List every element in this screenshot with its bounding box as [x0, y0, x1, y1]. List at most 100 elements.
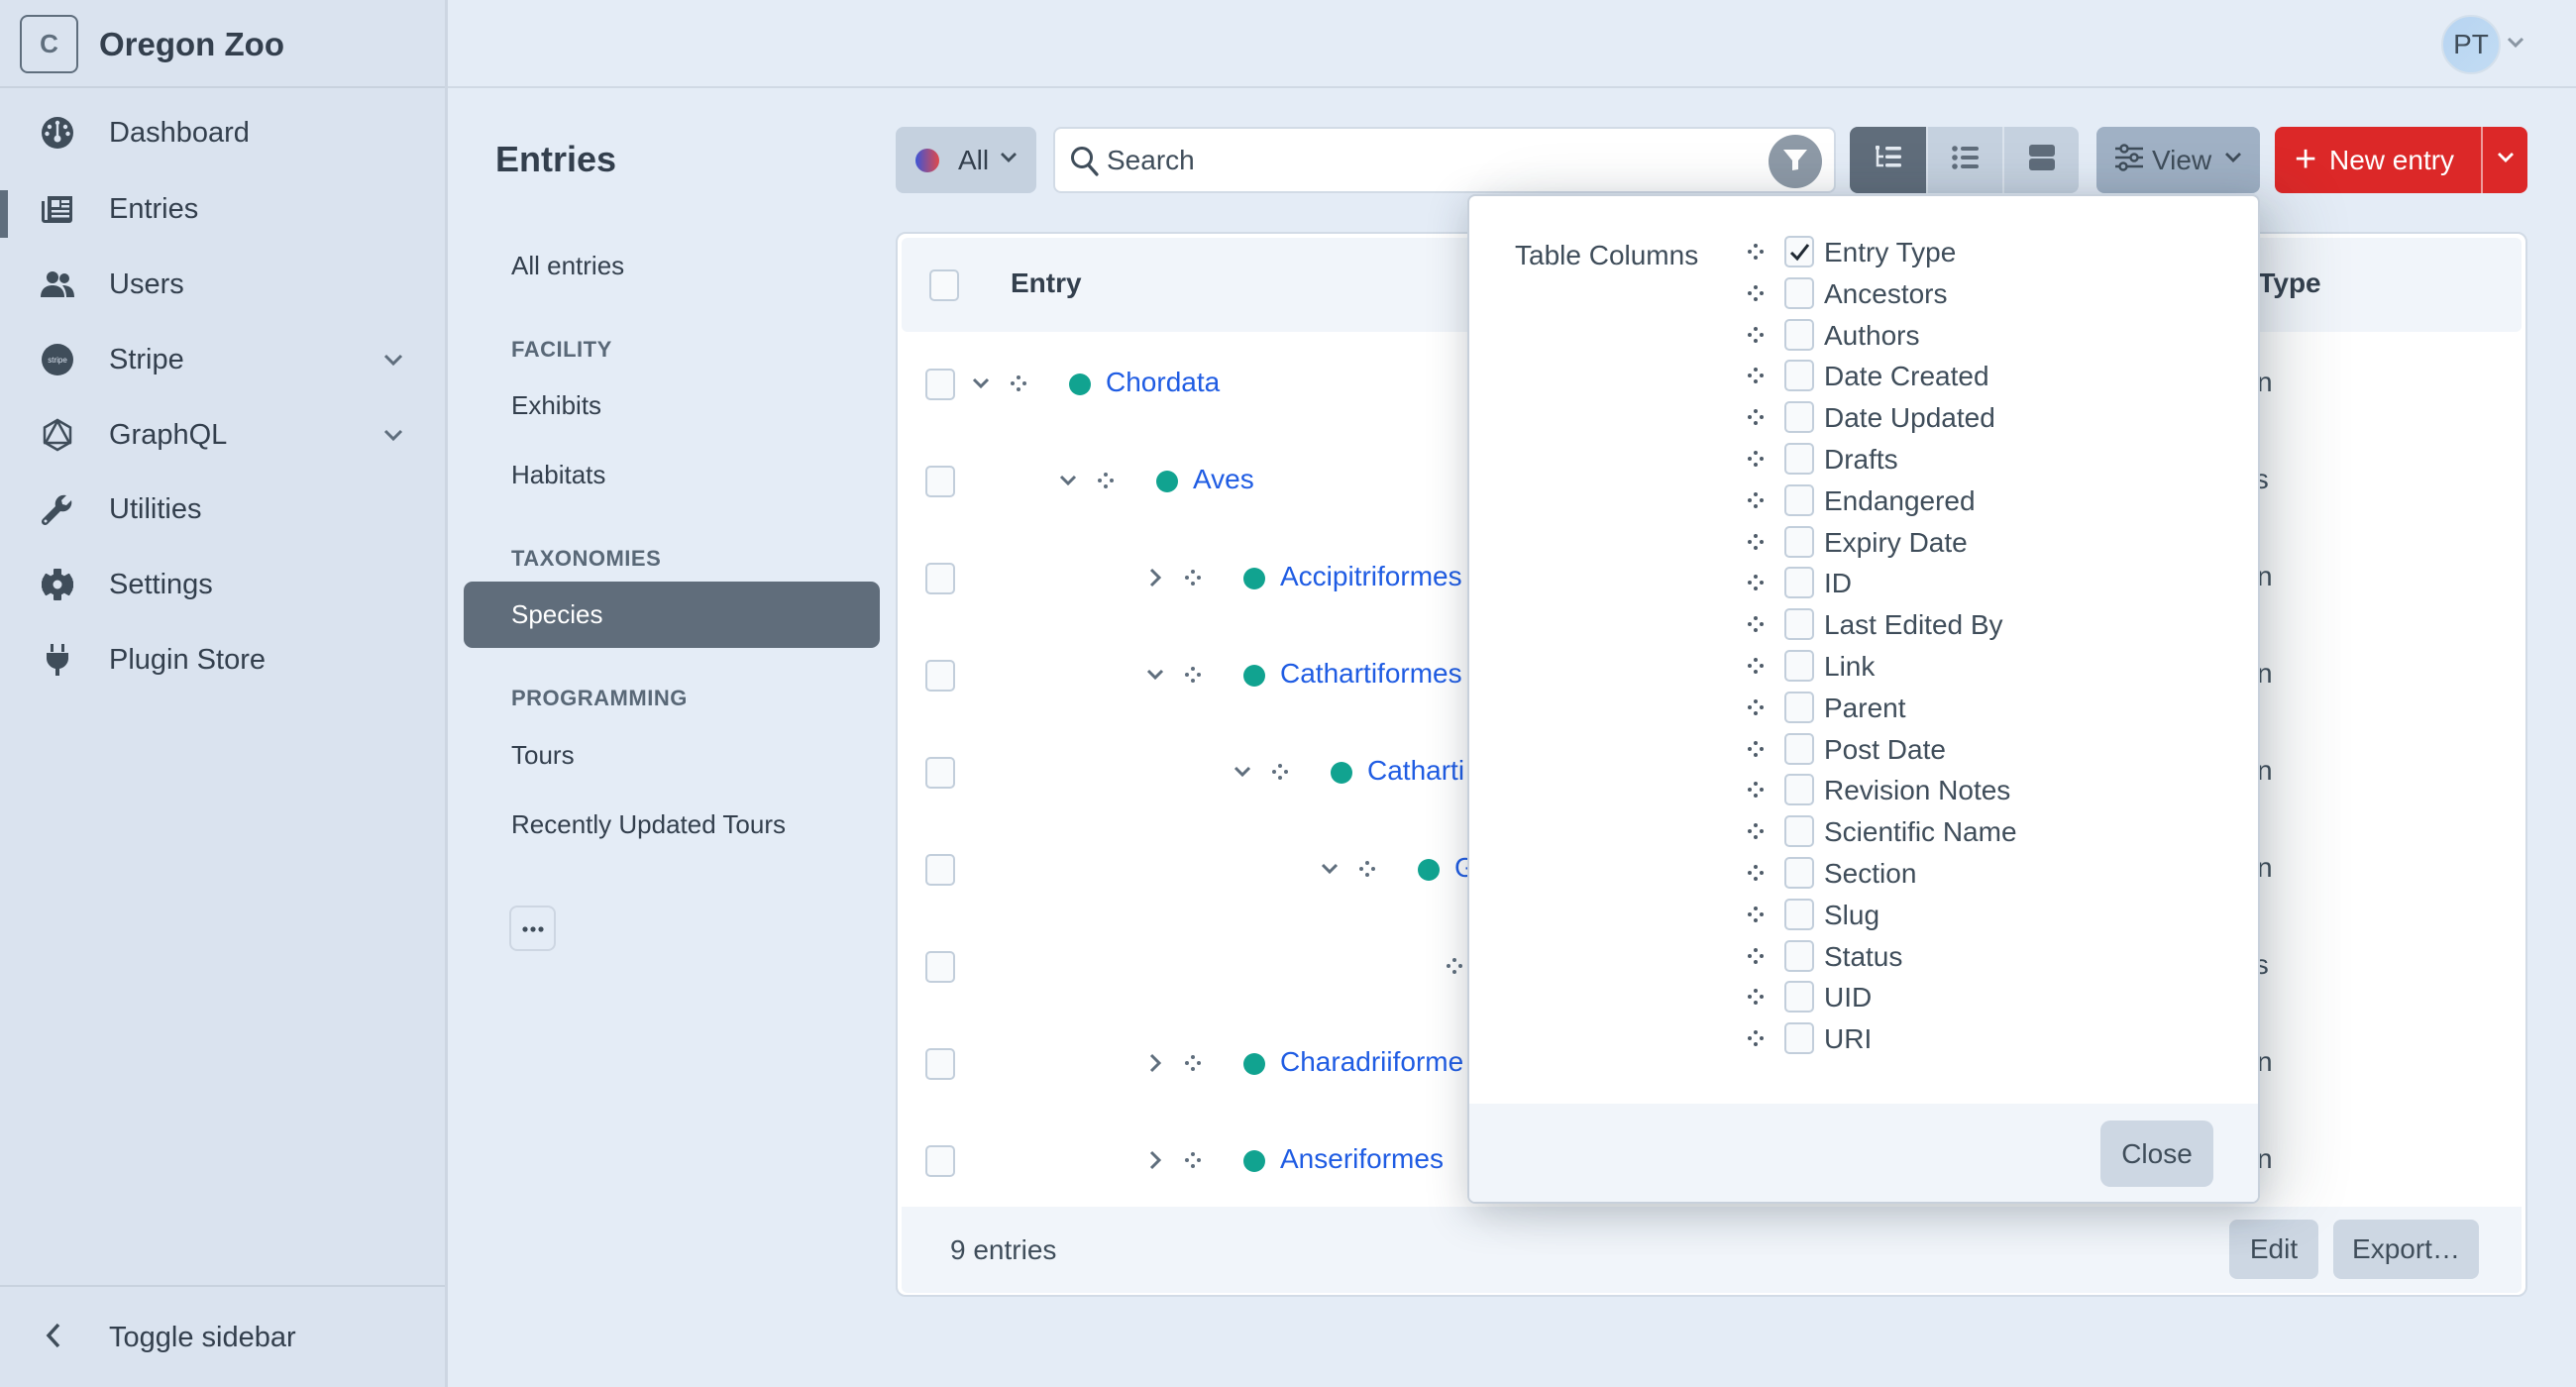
drag-handle-icon[interactable]	[1747, 615, 1767, 635]
column-option[interactable]: UID	[1747, 978, 2222, 1017]
column-option[interactable]: Drafts	[1747, 440, 2222, 480]
drag-handle-icon[interactable]	[1747, 822, 1767, 842]
row-checkbox[interactable]	[925, 757, 955, 789]
source-habitats[interactable]: Habitats	[511, 460, 605, 490]
chevron-right-icon[interactable]	[1144, 1149, 1166, 1171]
column-option[interactable]: Entry Type	[1747, 233, 2222, 272]
view-settings-button[interactable]: View	[2096, 127, 2260, 193]
entry-title-link[interactable]: Chordata	[1106, 367, 1220, 398]
drag-handle-icon[interactable]	[1747, 864, 1767, 884]
drag-handle-icon[interactable]	[1747, 740, 1767, 760]
column-checkbox[interactable]	[1784, 857, 1814, 889]
row-checkbox[interactable]	[925, 369, 955, 400]
drag-handle-icon[interactable]	[1010, 374, 1027, 392]
column-checkbox[interactable]	[1784, 236, 1814, 267]
column-checkbox[interactable]	[1784, 774, 1814, 806]
status-filter-button[interactable]: All	[896, 127, 1036, 193]
drag-handle-icon[interactable]	[1184, 1054, 1202, 1072]
column-checkbox[interactable]	[1784, 401, 1814, 434]
select-all-checkbox[interactable]	[929, 269, 959, 301]
entry-title-link[interactable]: Accipitriformes	[1280, 561, 1462, 592]
column-option[interactable]: Authors	[1747, 316, 2222, 356]
column-option[interactable]: Date Created	[1747, 357, 2222, 396]
column-option[interactable]: Last Edited By	[1747, 605, 2222, 645]
column-checkbox[interactable]	[1784, 318, 1814, 351]
entry-title-link[interactable]: Catharti	[1367, 755, 1464, 787]
drag-handle-icon[interactable]	[1184, 666, 1202, 684]
column-option[interactable]: Revision Notes	[1747, 771, 2222, 810]
chevron-down-icon[interactable]	[1057, 470, 1079, 491]
drag-handle-icon[interactable]	[1747, 657, 1767, 677]
drag-handle-icon[interactable]	[1747, 450, 1767, 470]
chevron-down-icon[interactable]	[1232, 761, 1253, 783]
entry-title-link[interactable]: Anseriformes	[1280, 1143, 1444, 1175]
source-all-entries[interactable]: All entries	[511, 251, 624, 281]
column-checkbox[interactable]	[1784, 608, 1814, 641]
entry-title-link[interactable]: Charadriiforme	[1280, 1046, 1463, 1078]
entry-title-link[interactable]: Cathartiformes	[1280, 658, 1462, 690]
row-checkbox[interactable]	[925, 854, 955, 886]
column-option[interactable]: Parent	[1747, 689, 2222, 728]
column-checkbox[interactable]	[1784, 483, 1814, 516]
more-sources-button[interactable]	[509, 906, 556, 951]
column-checkbox[interactable]	[1784, 276, 1814, 309]
drag-handle-icon[interactable]	[1747, 284, 1767, 304]
row-checkbox[interactable]	[925, 466, 955, 497]
nav-item-utilities[interactable]: Utilities	[0, 475, 445, 544]
drag-handle-icon[interactable]	[1747, 906, 1767, 925]
chevron-down-icon[interactable]	[380, 347, 406, 373]
nav-item-dashboard[interactable]: Dashboard	[0, 98, 445, 167]
nav-item-graphql[interactable]: GraphQL	[0, 400, 445, 470]
column-option[interactable]: Section	[1747, 854, 2222, 894]
chevron-down-icon[interactable]	[2505, 32, 2526, 58]
drag-handle-icon[interactable]	[1747, 781, 1767, 800]
column-checkbox[interactable]	[1784, 525, 1814, 558]
site-logo[interactable]: C	[20, 15, 78, 73]
column-option[interactable]: Expiry Date	[1747, 523, 2222, 563]
drag-handle-icon[interactable]	[1747, 326, 1767, 346]
chevron-down-icon[interactable]	[1144, 664, 1166, 686]
drag-handle-icon[interactable]	[1271, 763, 1289, 781]
new-entry-menu-button[interactable]	[2481, 127, 2527, 193]
site-name[interactable]: Oregon Zoo	[99, 22, 284, 67]
drag-handle-icon[interactable]	[1747, 1029, 1767, 1049]
drag-handle-icon[interactable]	[1747, 947, 1767, 967]
close-button[interactable]: Close	[2100, 1120, 2213, 1187]
view-mode-cards-button[interactable]	[2002, 127, 2079, 193]
nav-item-users[interactable]: Users	[0, 250, 445, 319]
drag-handle-icon[interactable]	[1747, 574, 1767, 593]
row-checkbox[interactable]	[925, 563, 955, 594]
search-input[interactable]	[1107, 139, 1741, 182]
user-avatar[interactable]: PT	[2441, 15, 2501, 74]
column-checkbox[interactable]	[1784, 567, 1814, 599]
drag-handle-icon[interactable]	[1184, 569, 1202, 587]
column-option[interactable]: Link	[1747, 647, 2222, 687]
drag-handle-icon[interactable]	[1747, 491, 1767, 511]
column-checkbox[interactable]	[1784, 981, 1814, 1014]
column-option[interactable]: Slug	[1747, 896, 2222, 935]
column-option[interactable]: ID	[1747, 564, 2222, 603]
export-button[interactable]: Export…	[2333, 1220, 2479, 1279]
row-checkbox[interactable]	[925, 1145, 955, 1177]
drag-handle-icon[interactable]	[1446, 957, 1463, 975]
entry-title-link[interactable]: Aves	[1193, 464, 1254, 495]
column-checkbox[interactable]	[1784, 443, 1814, 475]
source-recently-updated-tours[interactable]: Recently Updated Tours	[511, 809, 786, 840]
column-checkbox[interactable]	[1784, 360, 1814, 392]
source-exhibits[interactable]: Exhibits	[511, 390, 601, 421]
row-checkbox[interactable]	[925, 660, 955, 692]
nav-item-stripe[interactable]: stripe Stripe	[0, 325, 445, 394]
chevron-right-icon[interactable]	[1144, 1052, 1166, 1074]
toggle-sidebar-button[interactable]: Toggle sidebar	[0, 1303, 445, 1372]
drag-handle-icon[interactable]	[1747, 408, 1767, 428]
column-checkbox[interactable]	[1784, 898, 1814, 930]
drag-handle-icon[interactable]	[1747, 988, 1767, 1008]
column-option[interactable]: Endangered	[1747, 481, 2222, 521]
column-option[interactable]: Scientific Name	[1747, 812, 2222, 852]
source-tours[interactable]: Tours	[511, 740, 575, 771]
drag-handle-icon[interactable]	[1097, 472, 1115, 489]
chevron-down-icon[interactable]	[970, 373, 992, 394]
chevron-down-icon[interactable]	[1319, 858, 1341, 880]
column-header-entry[interactable]: Entry	[1011, 267, 1082, 299]
drag-handle-icon[interactable]	[1747, 533, 1767, 553]
